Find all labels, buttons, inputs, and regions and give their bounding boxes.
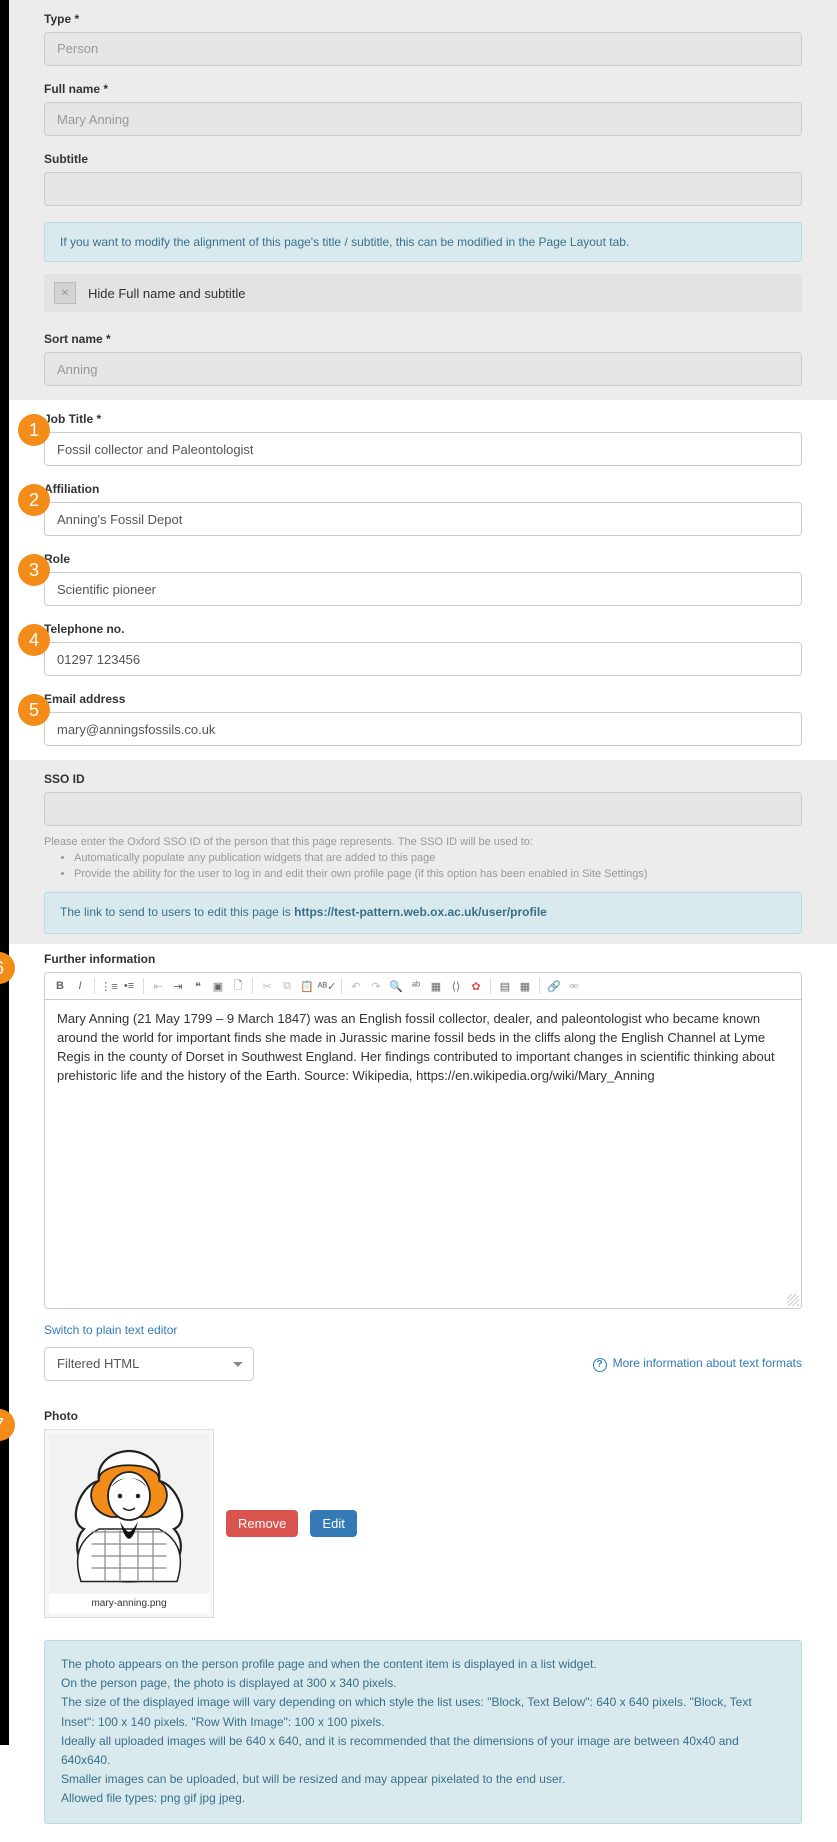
hide-name-subtitle-row[interactable]: ✕ Hide Full name and subtitle (44, 274, 802, 312)
bold-icon[interactable]: B (51, 977, 69, 995)
marker-5: 5 (18, 694, 50, 726)
table-icon[interactable]: ▦ (516, 977, 534, 995)
section-basic: Type * Person Full name * Subtitle If yo… (9, 0, 837, 400)
switch-plain-text-link[interactable]: Switch to plain text editor (44, 1323, 177, 1337)
clear-format-icon[interactable]: ✿ (467, 977, 485, 995)
marker-3: 3 (18, 554, 50, 586)
source-icon[interactable]: ⟨⟩ (447, 977, 465, 995)
marker-6: 6 (0, 952, 15, 984)
hide-checkbox-label: Hide Full name and subtitle (88, 286, 246, 301)
media-icon[interactable]: ▤ (496, 977, 514, 995)
telephone-input[interactable] (44, 642, 802, 676)
section-sso: SSO ID Please enter the Oxford SSO ID of… (9, 760, 837, 944)
italic-icon[interactable]: I (71, 977, 89, 995)
label-sort-name: Sort name * (44, 332, 802, 346)
blockquote-icon[interactable]: ❝ (189, 977, 207, 995)
label-email: Email address (44, 692, 802, 706)
spellcheck-icon[interactable]: ᴬᴮ✓ (318, 977, 336, 995)
section-further-info: 6 Further information B I ⋮≡ •≡ ⇤ ⇥ ❝ ▣ … (9, 944, 837, 1403)
section-photo: 7 Photo mary-annin (9, 1403, 837, 1824)
sso-help: Please enter the Oxford SSO ID of the pe… (44, 836, 802, 880)
marker-1: 1 (18, 414, 50, 446)
edit-button[interactable]: Edit (310, 1510, 356, 1537)
photo-thumbnail: mary-anning.png (44, 1429, 214, 1618)
affiliation-input[interactable] (44, 502, 802, 536)
label-photo: Photo (44, 1403, 802, 1423)
replace-icon[interactable]: ᵃᵇ (407, 977, 425, 995)
find-icon[interactable]: 🔍 (387, 977, 405, 995)
role-input[interactable] (44, 572, 802, 606)
email-input[interactable] (44, 712, 802, 746)
ordered-list-icon[interactable]: ⋮≡ (100, 977, 118, 995)
remove-button[interactable]: Remove (226, 1510, 298, 1537)
undo-icon[interactable]: ↶ (347, 977, 365, 995)
section-details: 1 Job Title * 2 Affiliation 3 Role 4 Tel… (9, 400, 837, 760)
label-affiliation: Affiliation (44, 482, 802, 496)
paste-icon[interactable]: 📋 (298, 977, 316, 995)
label-full-name: Full name * (44, 82, 802, 96)
copy-icon[interactable]: ⧉ (278, 977, 296, 995)
more-formats-link[interactable]: ?More information about text formats (593, 1356, 802, 1372)
marker-2: 2 (18, 484, 50, 516)
label-role: Role (44, 552, 802, 566)
label-sso-id: SSO ID (44, 772, 802, 786)
marker-4: 4 (18, 624, 50, 656)
full-name-input[interactable] (44, 102, 802, 136)
unordered-list-icon[interactable]: •≡ (120, 977, 138, 995)
select-all-icon[interactable]: ▦ (427, 977, 445, 995)
title-alignment-hint: If you want to modify the alignment of t… (44, 222, 802, 262)
link-icon[interactable]: 🔗 (545, 977, 563, 995)
label-job-title: Job Title * (44, 412, 802, 426)
subtitle-input[interactable] (44, 172, 802, 206)
question-circle-icon: ? (593, 1358, 607, 1372)
cut-icon[interactable]: ✂ (258, 977, 276, 995)
photo-filename: mary-anning.png (49, 1594, 209, 1613)
image-icon[interactable]: ▣ (209, 977, 227, 995)
marker-7: 7 (0, 1409, 15, 1441)
text-format-select[interactable]: Filtered HTML (44, 1347, 254, 1381)
type-select[interactable]: Person (44, 32, 802, 66)
photo-help-box: The photo appears on the person profile … (44, 1640, 802, 1824)
label-type: Type * (44, 12, 802, 26)
sort-name-input[interactable] (44, 352, 802, 386)
resize-grip-icon[interactable] (787, 1294, 799, 1306)
rte-textarea[interactable]: Mary Anning (21 May 1799 – 9 March 1847)… (44, 999, 802, 1309)
label-subtitle: Subtitle (44, 152, 802, 166)
checkbox-icon: ✕ (54, 282, 76, 304)
rte-toolbar: B I ⋮≡ •≡ ⇤ ⇥ ❝ ▣ 🗋 ✂ ⧉ 📋 ᴬᴮ✓ ↶ ↷ 🔍 (44, 972, 802, 999)
redo-icon[interactable]: ↷ (367, 977, 385, 995)
unlink-icon[interactable]: ⚮ (565, 977, 583, 995)
job-title-input[interactable] (44, 432, 802, 466)
sso-id-input[interactable] (44, 792, 802, 826)
indent-icon[interactable]: ⇥ (169, 977, 187, 995)
label-further-info: Further information (44, 952, 802, 966)
black-left-strip (0, 0, 9, 1745)
profile-link-alert: The link to send to users to edit this p… (44, 892, 802, 934)
file-icon[interactable]: 🗋 (229, 977, 247, 995)
label-telephone: Telephone no. (44, 622, 802, 636)
portrait-illustration (54, 1439, 204, 1589)
outdent-icon[interactable]: ⇤ (149, 977, 167, 995)
